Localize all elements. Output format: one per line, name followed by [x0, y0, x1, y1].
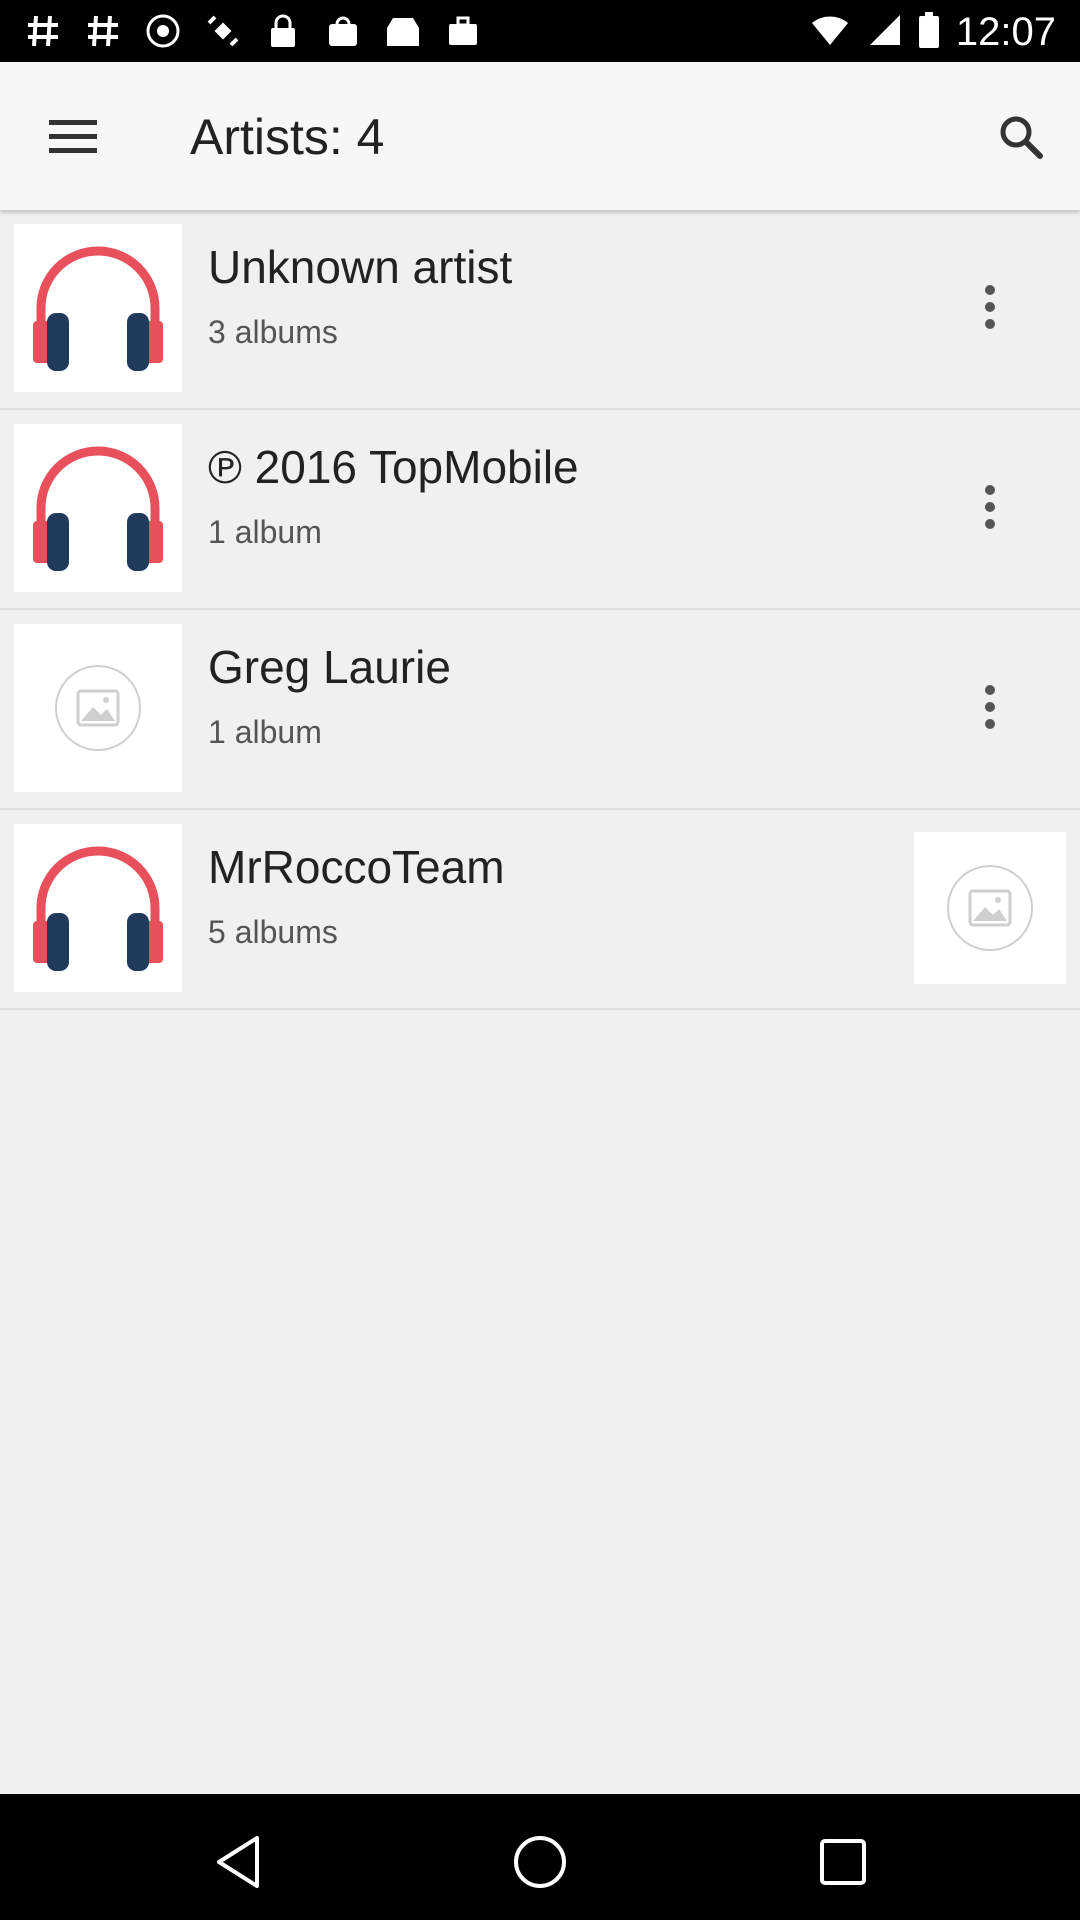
- recents-button[interactable]: [803, 1822, 883, 1902]
- more-options-button[interactable]: [960, 672, 1020, 742]
- status-system-icons: 12:07: [810, 10, 1056, 55]
- image-placeholder-icon: [947, 865, 1033, 951]
- artist-thumbnail: [14, 824, 182, 992]
- artist-row[interactable]: Unknown artist 3 albums: [0, 210, 1080, 410]
- back-icon: [217, 1836, 259, 1888]
- more-options-button[interactable]: [960, 272, 1020, 342]
- app-bar: Artists: 4: [0, 62, 1080, 210]
- artist-row[interactable]: ℗ 2016 TopMobile 1 album: [0, 410, 1080, 610]
- artist-row[interactable]: Greg Laurie 1 album: [0, 610, 1080, 810]
- back-button[interactable]: [198, 1822, 278, 1902]
- album-count: 1 album: [208, 514, 322, 550]
- lock-icon: [264, 12, 302, 50]
- home-button[interactable]: [500, 1822, 580, 1902]
- headphones-icon: [33, 246, 163, 371]
- album-count: 3 albums: [208, 314, 338, 350]
- hash-icon: [24, 12, 62, 50]
- shopping-bag-icon: [324, 12, 362, 50]
- status-time: 12:07: [955, 10, 1056, 54]
- hash-icon: [84, 12, 122, 50]
- wifi-icon: [810, 13, 850, 52]
- artist-thumbnail: [14, 224, 182, 392]
- artist-list: Unknown artist 3 albums ℗ 2016 TopMobile…: [0, 210, 1080, 1010]
- artist-name: Unknown artist: [208, 241, 513, 293]
- search-icon: [1000, 116, 1043, 159]
- home-icon: [514, 1836, 566, 1888]
- menu-button[interactable]: [38, 106, 108, 166]
- more-vert-icon: [985, 485, 995, 529]
- artist-name: Greg Laurie: [208, 641, 451, 693]
- album-count: 1 album: [208, 714, 322, 750]
- signal-icon: [866, 13, 902, 52]
- album-count: 5 albums: [208, 914, 338, 950]
- satellite-icon: [204, 12, 242, 50]
- headphones-icon: [33, 446, 163, 571]
- search-button[interactable]: [986, 102, 1056, 172]
- status-notification-icons: [24, 12, 482, 50]
- battery-icon: [918, 11, 940, 54]
- briefcase-icon: [444, 12, 482, 50]
- artist-name: MrRoccoTeam: [208, 841, 505, 893]
- inbox-icon: [384, 12, 422, 50]
- image-placeholder-icon: [55, 665, 141, 751]
- artwork-button[interactable]: [914, 832, 1066, 984]
- status-bar: 12:07: [0, 0, 1080, 62]
- menu-icon: [49, 120, 97, 153]
- navigation-bar: [0, 1794, 1080, 1920]
- more-vert-icon: [985, 285, 995, 329]
- artist-row[interactable]: MrRoccoTeam 5 albums: [0, 810, 1080, 1010]
- recents-icon: [820, 1839, 866, 1885]
- more-options-button[interactable]: [960, 472, 1020, 542]
- artist-thumbnail: [14, 424, 182, 592]
- page-title: Artists: 4: [190, 109, 385, 165]
- vpn-icon: [144, 12, 182, 50]
- artist-thumbnail: [14, 624, 182, 792]
- more-vert-icon: [985, 685, 995, 729]
- headphones-icon: [33, 846, 163, 971]
- artist-name: ℗ 2016 TopMobile: [208, 441, 579, 493]
